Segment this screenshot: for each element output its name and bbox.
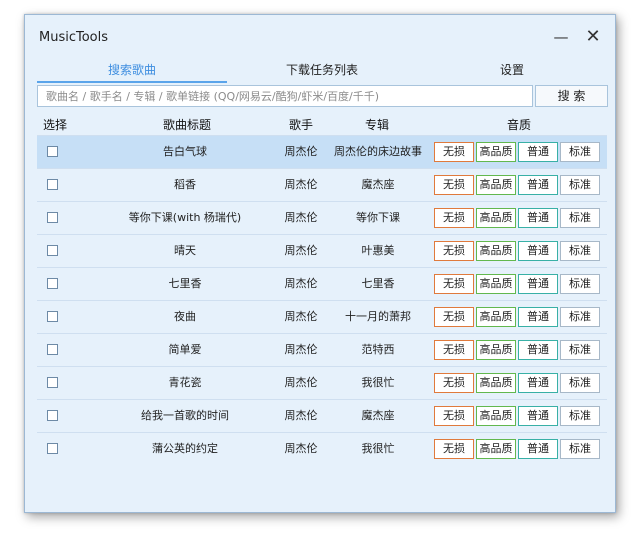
quality-lossless-button[interactable]: 无损 — [434, 340, 474, 360]
search-button[interactable]: 搜 索 — [535, 85, 608, 107]
quality-standard-button[interactable]: 标准 — [560, 142, 600, 162]
quality-normal-button[interactable]: 普通 — [518, 274, 558, 294]
song-album: 我很忙 — [361, 376, 395, 389]
song-title: 给我一首歌的时间 — [141, 409, 229, 422]
song-album: 魔杰座 — [361, 409, 395, 422]
column-header-title: 歌曲标题 — [163, 118, 212, 132]
results-table: 选择 歌曲标题 歌手 专辑 音质 告白气球 周杰伦 周杰伦的床边故事 无损 高品质 普通标… — [37, 111, 607, 465]
title-bar[interactable]: MusicTools — ✕ — [25, 15, 615, 57]
song-title: 告白气球 — [163, 145, 207, 158]
quality-normal-button[interactable]: 普通 — [518, 406, 558, 426]
song-title: 青花瓷 — [168, 376, 202, 389]
row-checkbox[interactable] — [47, 278, 58, 289]
minimize-icon[interactable]: — — [549, 25, 573, 49]
table-row[interactable]: 等你下课(with 杨瑞代) 周杰伦 等你下课 无损 高品质 普通 标准 — [37, 201, 607, 234]
song-album: 七里香 — [361, 277, 395, 290]
quality-lossless-button[interactable]: 无损 — [434, 406, 474, 426]
window-title: MusicTools — [39, 30, 109, 45]
column-header-artist: 歌手 — [289, 118, 314, 132]
song-album: 范特西 — [361, 343, 395, 356]
row-checkbox[interactable] — [47, 245, 58, 256]
song-title: 七里香 — [168, 277, 202, 290]
column-header-quality: 音质 — [507, 118, 532, 132]
quality-normal-button[interactable]: 普通 — [518, 373, 558, 393]
quality-standard-button[interactable]: 标准 — [560, 373, 600, 393]
song-title: 等你下课(with 杨瑞代) — [128, 211, 242, 224]
row-checkbox[interactable] — [47, 311, 58, 322]
quality-hq-button[interactable]: 高品质 — [476, 439, 516, 459]
quality-normal-button[interactable]: 普通 — [518, 175, 558, 195]
song-title: 简单爱 — [168, 343, 202, 356]
row-checkbox[interactable] — [47, 146, 58, 157]
app-window: MusicTools — ✕ 搜索歌曲 下载任务列表 设置 搜 索 选择 歌曲标… — [24, 14, 616, 513]
quality-hq-button[interactable]: 高品质 — [476, 340, 516, 360]
quality-hq-button[interactable]: 高品质 — [476, 142, 516, 162]
quality-standard-button[interactable]: 标准 — [560, 274, 600, 294]
quality-normal-button[interactable]: 普通 — [518, 241, 558, 261]
song-title: 蒲公英的约定 — [152, 442, 218, 455]
tab-download-list[interactable]: 下载任务列表 — [227, 59, 417, 81]
table-row[interactable]: 七里香 周杰伦 七里香 无损 高品质 普通 标准 — [37, 267, 607, 300]
search-input[interactable] — [37, 85, 533, 107]
song-album: 等你下课 — [356, 211, 400, 224]
quality-standard-button[interactable]: 标准 — [560, 175, 600, 195]
table-header: 选择 歌曲标题 歌手 专辑 音质 — [37, 111, 607, 135]
column-header-album: 专辑 — [365, 118, 390, 132]
column-header-select: 选择 — [43, 118, 68, 132]
quality-hq-button[interactable]: 高品质 — [476, 406, 516, 426]
row-checkbox[interactable] — [47, 377, 58, 388]
quality-hq-button[interactable]: 高品质 — [476, 307, 516, 327]
row-checkbox[interactable] — [47, 344, 58, 355]
quality-normal-button[interactable]: 普通 — [518, 340, 558, 360]
song-album: 我很忙 — [361, 442, 395, 455]
quality-normal-button[interactable]: 普通 — [518, 142, 558, 162]
quality-hq-button[interactable]: 高品质 — [476, 373, 516, 393]
quality-standard-button[interactable]: 标准 — [560, 208, 600, 228]
quality-lossless-button[interactable]: 无损 — [434, 373, 474, 393]
quality-standard-button[interactable]: 标准 — [560, 439, 600, 459]
quality-hq-button[interactable]: 高品质 — [476, 274, 516, 294]
tab-bar: 搜索歌曲 下载任务列表 设置 — [37, 59, 607, 83]
song-album: 十一月的萧邦 — [345, 310, 411, 323]
quality-hq-button[interactable]: 高品质 — [476, 208, 516, 228]
quality-lossless-button[interactable]: 无损 — [434, 142, 474, 162]
close-icon[interactable]: ✕ — [581, 25, 605, 49]
quality-hq-button[interactable]: 高品质 — [476, 175, 516, 195]
quality-lossless-button[interactable]: 无损 — [434, 439, 474, 459]
table-row[interactable]: 简单爱 周杰伦 范特西 无损 高品质 普通 标准 — [37, 333, 607, 366]
table-row[interactable]: 给我一首歌的时间 周杰伦 魔杰座 无损 高品质 普通 标准 — [37, 399, 607, 432]
quality-normal-button[interactable]: 普通 — [518, 208, 558, 228]
quality-standard-button[interactable]: 标准 — [560, 241, 600, 261]
table-row[interactable]: 夜曲 周杰伦 十一月的萧邦 无损 高品质 普通 标准 — [37, 300, 607, 333]
table-row[interactable]: 蒲公英的约定 周杰伦 我很忙 无损 高品质 普通 标准 — [37, 432, 607, 465]
tab-search-songs[interactable]: 搜索歌曲 — [37, 59, 227, 83]
row-checkbox[interactable] — [47, 443, 58, 454]
table-body: 告白气球 周杰伦 周杰伦的床边故事 无损 高品质 普通 标准 稻香 周杰伦 魔杰座 无损 高品质 普通标… — [37, 135, 607, 465]
quality-lossless-button[interactable]: 无损 — [434, 241, 474, 261]
quality-standard-button[interactable]: 标准 — [560, 307, 600, 327]
quality-lossless-button[interactable]: 无损 — [434, 274, 474, 294]
quality-lossless-button[interactable]: 无损 — [434, 208, 474, 228]
quality-hq-button[interactable]: 高品质 — [476, 241, 516, 261]
song-album: 魔杰座 — [361, 178, 395, 191]
song-album: 周杰伦的床边故事 — [334, 145, 422, 158]
quality-normal-button[interactable]: 普通 — [518, 307, 558, 327]
song-title: 夜曲 — [174, 310, 196, 323]
quality-lossless-button[interactable]: 无损 — [434, 307, 474, 327]
table-row[interactable]: 告白气球 周杰伦 周杰伦的床边故事 无损 高品质 普通 标准 — [37, 135, 607, 168]
quality-standard-button[interactable]: 标准 — [560, 406, 600, 426]
quality-normal-button[interactable]: 普通 — [518, 439, 558, 459]
quality-lossless-button[interactable]: 无损 — [434, 175, 474, 195]
row-checkbox[interactable] — [47, 179, 58, 190]
song-album: 叶惠美 — [361, 244, 395, 257]
quality-standard-button[interactable]: 标准 — [560, 340, 600, 360]
table-row[interactable]: 青花瓷 周杰伦 我很忙 无损 高品质 普通 标准 — [37, 366, 607, 399]
song-title: 稻香 — [174, 178, 196, 191]
row-checkbox[interactable] — [47, 212, 58, 223]
table-row[interactable]: 晴天 周杰伦 叶惠美 无损 高品质 普通 标准 — [37, 234, 607, 267]
tab-settings[interactable]: 设置 — [417, 59, 607, 81]
table-row[interactable]: 稻香 周杰伦 魔杰座 无损 高品质 普通 标准 — [37, 168, 607, 201]
row-checkbox[interactable] — [47, 410, 58, 421]
song-title: 晴天 — [174, 244, 196, 257]
